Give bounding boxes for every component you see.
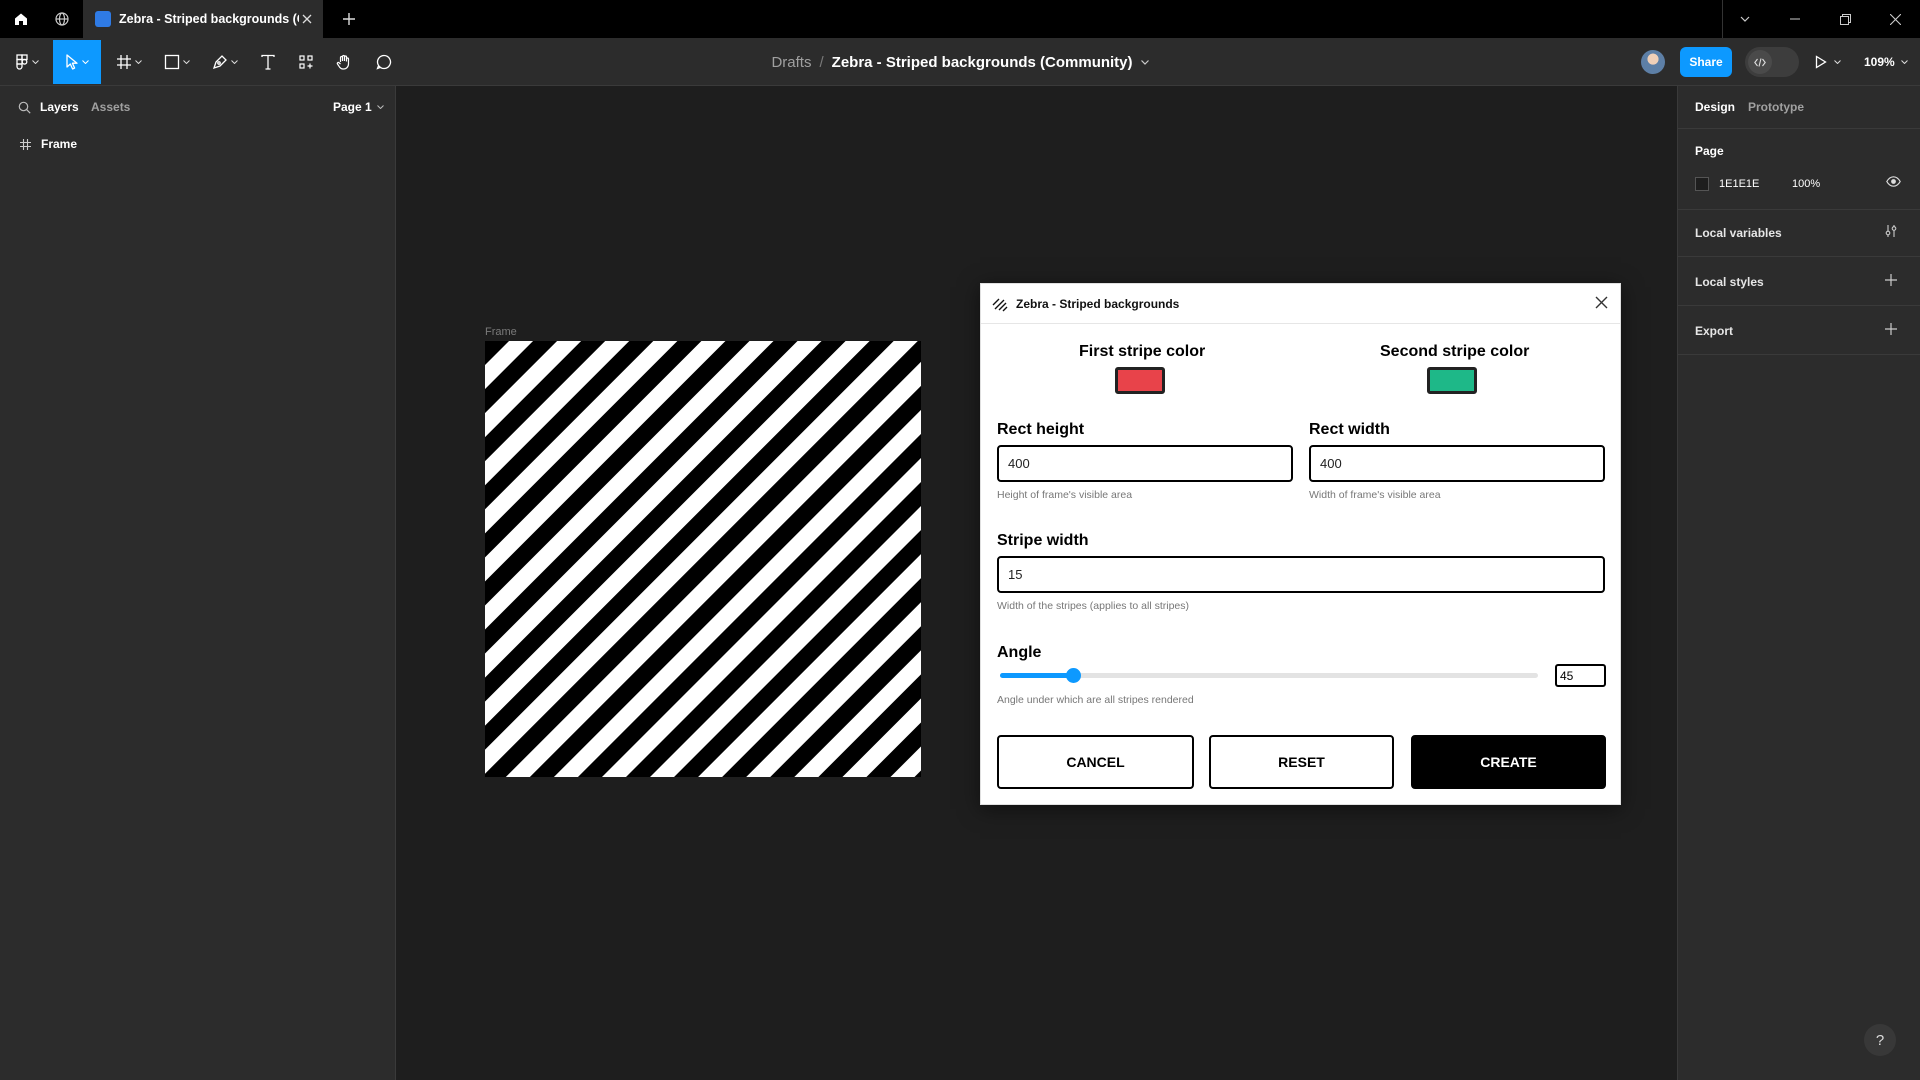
divider — [1678, 305, 1920, 306]
browser-tab-bar: Zebra - Striped backgrounds (Com — [0, 0, 1920, 38]
angle-hint: Angle under which are all stripes render… — [997, 694, 1194, 706]
file-favicon-icon — [95, 11, 111, 27]
hand-tool-button[interactable] — [328, 40, 360, 84]
adjust-icon[interactable] — [1884, 224, 1898, 238]
divider — [1678, 354, 1920, 355]
tab-design[interactable]: Design — [1695, 100, 1735, 114]
close-icon[interactable] — [1595, 296, 1608, 309]
divider — [1678, 209, 1920, 210]
rect-width-label: Rect width — [1309, 421, 1390, 438]
export-label[interactable]: Export — [1695, 324, 1733, 338]
breadcrumb: Drafts / Zebra - Striped backgrounds (Co… — [0, 38, 1920, 86]
page-opacity-value[interactable]: 100% — [1792, 178, 1820, 190]
local-variables-label[interactable]: Local variables — [1695, 226, 1782, 240]
second-stripe-color-label: Second stripe color — [1380, 343, 1530, 360]
chevron-down-icon[interactable] — [1140, 59, 1149, 65]
stripe-width-label: Stripe width — [997, 532, 1089, 549]
breadcrumb-separator: / — [819, 53, 824, 71]
comment-tool-button[interactable] — [368, 40, 400, 84]
minimize-icon[interactable] — [1770, 0, 1820, 38]
local-styles-label[interactable]: Local styles — [1695, 275, 1764, 289]
angle-input[interactable]: 45 — [1555, 664, 1606, 687]
rect-height-hint: Height of frame's visible area — [997, 489, 1133, 501]
close-tab-icon[interactable] — [299, 11, 315, 27]
home-icon[interactable] — [0, 0, 42, 38]
zoom-level: 109% — [1864, 55, 1895, 69]
rect-width-hint: Width of frame's visible area — [1309, 489, 1441, 501]
tab-title: Zebra - Striped backgrounds (Com — [119, 12, 299, 26]
page-selector[interactable]: Page 1 — [333, 100, 384, 114]
chevron-down-icon — [376, 105, 384, 109]
page-section-title: Page — [1695, 144, 1724, 158]
stripe-width-hint: Width of the stripes (applies to all str… — [997, 600, 1189, 612]
divider — [1678, 256, 1920, 257]
plus-icon[interactable] — [1884, 322, 1898, 336]
page-color-value[interactable]: 1E1E1E — [1719, 178, 1759, 190]
shape-tool-button[interactable] — [158, 40, 196, 84]
plus-icon[interactable] — [1884, 273, 1898, 287]
frame-icon — [20, 138, 31, 150]
zebra-logo-icon — [992, 298, 1008, 311]
zoom-menu[interactable]: 109% — [1864, 50, 1908, 74]
plugin-dialog: Zebra - Striped backgrounds First stripe… — [980, 283, 1621, 805]
create-button[interactable]: CREATE — [1411, 735, 1606, 789]
editor-toolbar: Drafts / Zebra - Striped backgrounds (Co… — [0, 38, 1920, 86]
present-button[interactable] — [1815, 50, 1841, 74]
cancel-button[interactable]: CANCEL — [997, 735, 1194, 789]
divider — [1678, 128, 1920, 129]
main-menu-button[interactable] — [10, 40, 44, 84]
code-icon — [1748, 50, 1772, 74]
plus-icon[interactable] — [328, 0, 370, 38]
design-panel: Design Prototype Page 1E1E1E 100% Local … — [1677, 86, 1920, 1080]
restore-icon[interactable] — [1820, 0, 1870, 38]
move-tool-button[interactable] — [53, 40, 101, 84]
frame-label[interactable]: Frame — [485, 326, 517, 338]
reset-button[interactable]: RESET — [1209, 735, 1394, 789]
page-selector-label: Page 1 — [333, 100, 372, 114]
resources-tool-button[interactable] — [290, 40, 322, 84]
text-tool-button[interactable] — [252, 40, 284, 84]
search-icon[interactable] — [18, 101, 31, 114]
stripe-width-input[interactable]: 15 — [997, 556, 1605, 593]
breadcrumb-drafts[interactable]: Drafts — [771, 54, 811, 71]
chevron-down-icon — [1900, 60, 1908, 64]
pen-tool-button[interactable] — [206, 40, 244, 84]
tab-prototype[interactable]: Prototype — [1748, 100, 1804, 114]
first-stripe-color-label: First stripe color — [1079, 343, 1206, 360]
rect-height-input[interactable]: 400 — [997, 445, 1293, 482]
globe-icon[interactable] — [41, 0, 83, 38]
play-icon — [1815, 55, 1827, 69]
help-button[interactable]: ? — [1864, 1024, 1896, 1056]
tab-assets[interactable]: Assets — [91, 100, 130, 114]
layer-item-frame[interactable]: Frame — [0, 130, 395, 158]
dev-mode-toggle[interactable] — [1745, 47, 1799, 77]
first-stripe-color-swatch[interactable] — [1115, 367, 1165, 394]
avatar[interactable] — [1641, 50, 1665, 74]
frame-tool-button[interactable] — [110, 40, 148, 84]
share-button[interactable]: Share — [1680, 47, 1732, 77]
chevron-down-icon[interactable] — [1834, 60, 1841, 64]
rect-width-input[interactable]: 400 — [1309, 445, 1605, 482]
tab-zebra[interactable]: Zebra - Striped backgrounds (Com — [83, 0, 323, 38]
tab-layers[interactable]: Layers — [40, 100, 79, 114]
angle-slider-handle[interactable] — [1066, 668, 1081, 683]
plugin-title: Zebra - Striped backgrounds — [1016, 296, 1180, 311]
page-color-swatch[interactable] — [1695, 177, 1709, 191]
close-window-icon[interactable] — [1870, 0, 1920, 38]
layer-name: Frame — [41, 137, 78, 151]
layers-panel: Layers Assets Page 1 Frame — [0, 86, 396, 1080]
striped-frame[interactable] — [485, 341, 921, 777]
second-stripe-color-swatch[interactable] — [1427, 367, 1477, 394]
angle-label: Angle — [997, 644, 1042, 661]
plugin-header: Zebra - Striped backgrounds — [981, 284, 1620, 324]
rect-height-label: Rect height — [997, 421, 1085, 438]
eye-icon[interactable] — [1886, 176, 1901, 187]
file-name[interactable]: Zebra - Striped backgrounds (Community) — [832, 54, 1133, 71]
angle-slider-fill — [1000, 673, 1073, 678]
chevron-down-icon[interactable] — [1720, 0, 1770, 38]
